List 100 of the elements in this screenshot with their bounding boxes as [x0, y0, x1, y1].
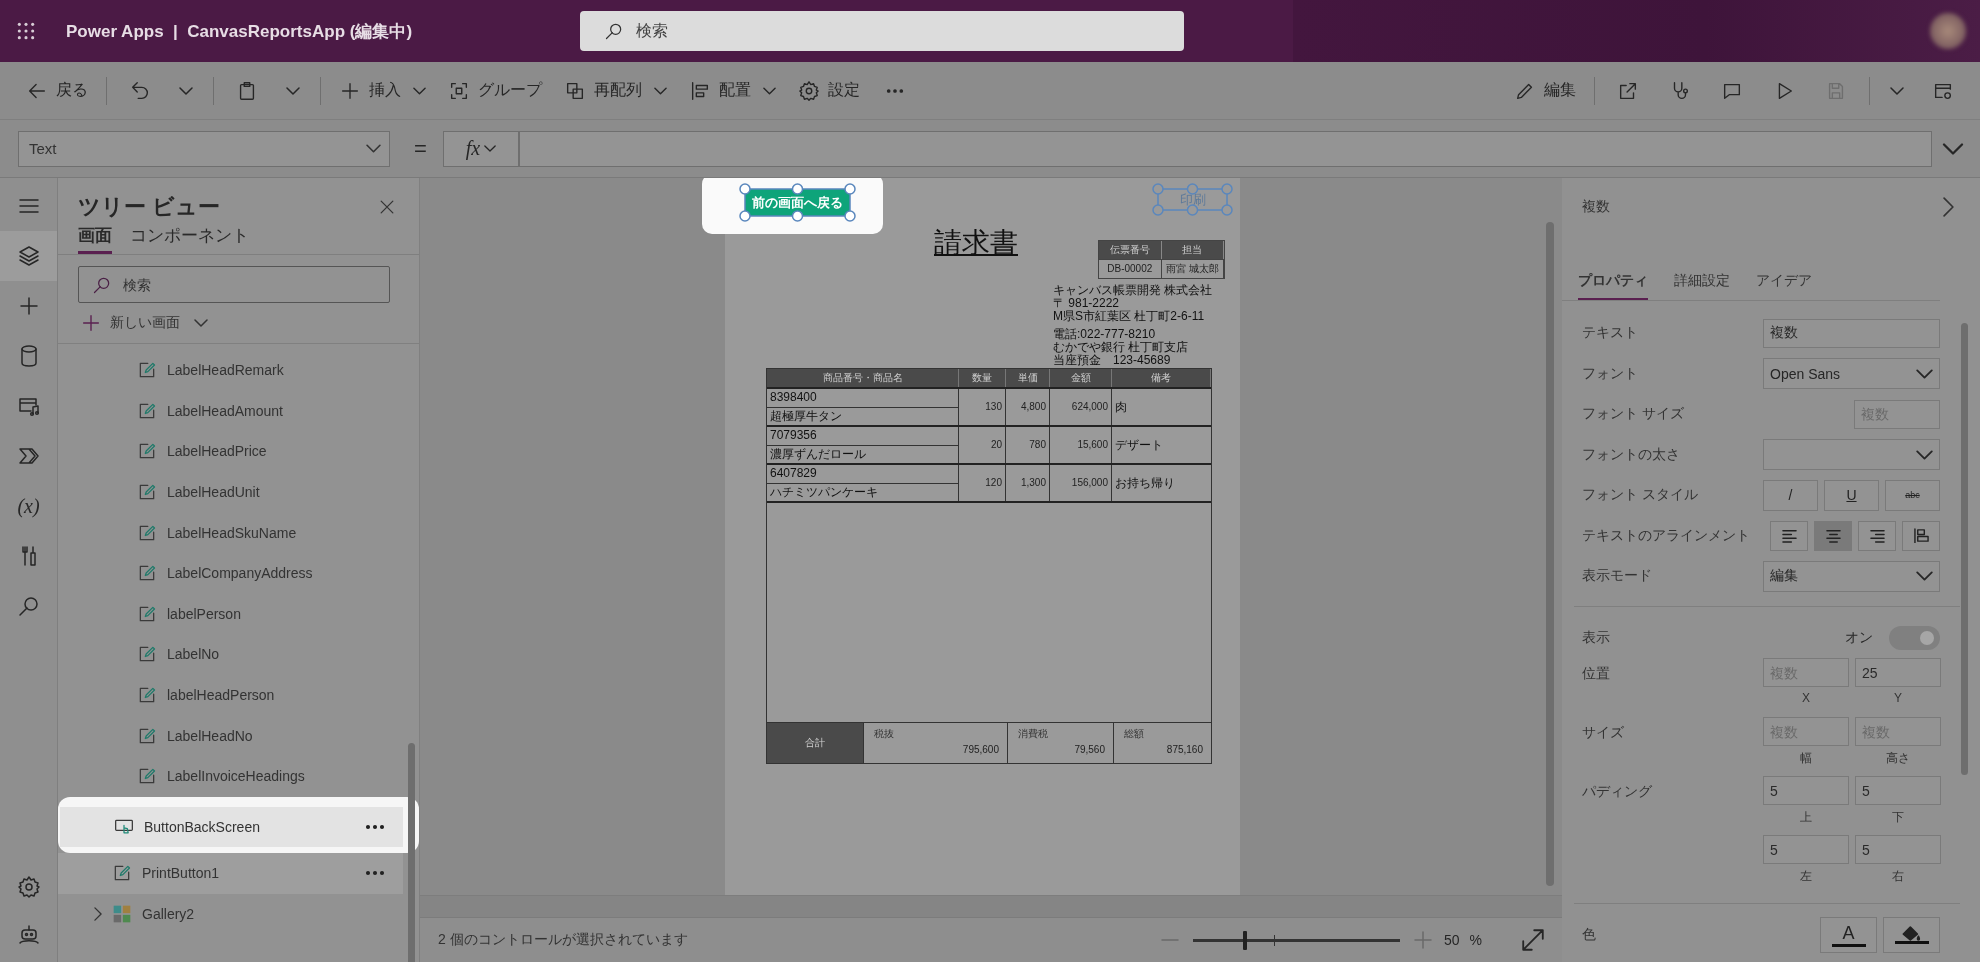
- tab[interactable]: アイデア: [1756, 272, 1812, 300]
- tree-item[interactable]: LabelHeadSkuName: [58, 512, 403, 553]
- tree-item[interactable]: PrintButton1: [58, 853, 403, 894]
- insert-button[interactable]: 挿入: [331, 75, 434, 106]
- tab[interactable]: 画面: [78, 224, 112, 254]
- property-dropdown[interactable]: Text: [18, 130, 390, 167]
- input-field[interactable]: 5: [1855, 776, 1941, 805]
- align-right-button[interactable]: [1858, 520, 1896, 551]
- chevron-right-icon[interactable]: [1943, 197, 1954, 217]
- zoom-slider[interactable]: [1192, 930, 1400, 950]
- chevron-down-icon[interactable]: [286, 86, 300, 95]
- new-screen-button[interactable]: 新しい画面: [80, 308, 208, 338]
- field-caption: 上: [1800, 809, 1812, 826]
- scrollbar[interactable]: [1961, 323, 1968, 775]
- more-icon[interactable]: [365, 870, 385, 877]
- slider-thumb[interactable]: [1242, 930, 1247, 950]
- search-field[interactable]: 検索: [580, 11, 1184, 51]
- table-cell: 130: [959, 389, 1006, 425]
- layers-button[interactable]: [0, 231, 57, 281]
- formula-field[interactable]: [518, 130, 1932, 167]
- undo-icon[interactable]: [129, 79, 151, 102]
- tree-item[interactable]: LabelHeadRemark: [58, 350, 403, 391]
- gallery-icon: [112, 904, 132, 924]
- dropdown[interactable]: Open Sans: [1763, 358, 1940, 390]
- toggle-switch[interactable]: [1889, 625, 1940, 650]
- input-field[interactable]: 5: [1763, 776, 1849, 805]
- tree-item[interactable]: labelHeadPerson: [58, 674, 403, 716]
- field-label: フォント サイズ: [1582, 405, 1685, 424]
- settings-icon: [798, 79, 820, 102]
- input-field[interactable]: 複数: [1763, 318, 1940, 348]
- group-button[interactable]: グループ: [440, 75, 550, 106]
- address-line: 〒 981-2222: [1053, 297, 1121, 310]
- align-center-icon: [1825, 528, 1841, 544]
- chevron-down-icon[interactable]: [179, 86, 193, 95]
- settings-icon: [16, 875, 41, 899]
- scrollbar[interactable]: [1546, 222, 1554, 886]
- column-header: 伝票番号: [1099, 241, 1162, 259]
- table-cell: 1,300: [1006, 465, 1050, 501]
- underline-button[interactable]: U: [1824, 479, 1879, 511]
- align-top-button[interactable]: [1902, 520, 1940, 551]
- font-color-button[interactable]: A: [1820, 917, 1877, 954]
- tree-item[interactable]: labelPerson: [58, 593, 403, 635]
- table-cell-text: 8398400: [769, 389, 818, 406]
- address-line: キャンバス帳票開発 株式会社: [1053, 284, 1214, 297]
- edit-button[interactable]: 編集: [1506, 75, 1584, 106]
- avatar-icon[interactable]: [1930, 13, 1966, 49]
- tree-item[interactable]: Gallery2: [58, 893, 403, 935]
- tree-item[interactable]: LabelHeadPrice: [58, 431, 403, 472]
- tab[interactable]: プロパティ: [1578, 272, 1648, 300]
- variables-button[interactable]: (x): [0, 481, 57, 531]
- tree-item[interactable]: LabelHeadNo: [58, 715, 403, 756]
- field-label: フォントの太さ: [1582, 445, 1681, 464]
- align-left-button[interactable]: [1770, 520, 1808, 551]
- tab[interactable]: 詳細設定: [1674, 272, 1730, 300]
- input-field[interactable]: 25: [1855, 658, 1941, 687]
- input-field[interactable]: 5: [1855, 835, 1941, 864]
- align-center-button[interactable]: [1814, 520, 1852, 551]
- tree-item[interactable]: ButtonBackScreen: [60, 806, 403, 848]
- chevron-down-icon: [366, 144, 381, 153]
- italic-button[interactable]: /: [1763, 479, 1818, 511]
- search-field[interactable]: 検索: [78, 266, 390, 303]
- address-line: M県S市紅葉区 杜丁町2-6-11: [1053, 310, 1206, 323]
- function-button[interactable]: fx: [442, 130, 519, 167]
- selection-handles[interactable]: [739, 183, 856, 222]
- fill-color-button[interactable]: [1883, 917, 1940, 954]
- tree-item[interactable]: LabelHeadAmount: [58, 390, 403, 432]
- table-cell-text: 肉: [1114, 399, 1128, 416]
- chevron-right-icon[interactable]: [94, 907, 102, 921]
- chevron-down-icon[interactable]: [1890, 86, 1904, 95]
- tree-item[interactable]: LabelNo: [58, 634, 403, 675]
- bot-icon: [16, 922, 41, 946]
- total-label: 合計: [767, 723, 863, 763]
- tree-item[interactable]: LabelInvoiceHeadings: [58, 755, 403, 797]
- tree-item[interactable]: LabelHeadUnit: [58, 471, 403, 513]
- tree-item[interactable]: LabelCompanyAddress: [58, 552, 403, 594]
- dropdown[interactable]: 編集: [1763, 560, 1940, 592]
- toggle-label: オン: [1845, 628, 1873, 647]
- table-cell: 20: [959, 427, 1006, 463]
- input-field[interactable]: 5: [1763, 835, 1849, 864]
- table-cell-text: 6407829: [769, 465, 818, 482]
- reorder-button[interactable]: 再配列: [556, 75, 675, 106]
- tab[interactable]: コンポーネント: [130, 224, 249, 254]
- table-cell: 15,600: [1050, 427, 1112, 463]
- selection-name: 複数: [1582, 198, 1610, 216]
- app-title: Power Apps | CanvasReportsApp (編集中): [66, 20, 413, 43]
- expand-icon[interactable]: [1522, 929, 1544, 951]
- table-cell: DB-00002: [1099, 259, 1162, 278]
- align-button[interactable]: 配置: [681, 75, 784, 106]
- column-header: 単価: [1006, 369, 1050, 387]
- chevron-down-icon[interactable]: [1942, 142, 1964, 155]
- more-icon[interactable]: [365, 823, 385, 830]
- field-caption: X: [1802, 691, 1810, 705]
- back-button[interactable]: 戻る: [18, 75, 96, 106]
- settings-button[interactable]: 設定: [790, 75, 868, 106]
- table-cell: ハチミツパンケーキ: [767, 482, 958, 501]
- app-launcher-icon[interactable]: [16, 21, 36, 41]
- selection-handles[interactable]: [1152, 183, 1233, 216]
- table-cell: 4,800: [1006, 389, 1050, 425]
- zoom-value: 50: [1443, 932, 1460, 948]
- strike-button[interactable]: abc: [1885, 479, 1940, 511]
